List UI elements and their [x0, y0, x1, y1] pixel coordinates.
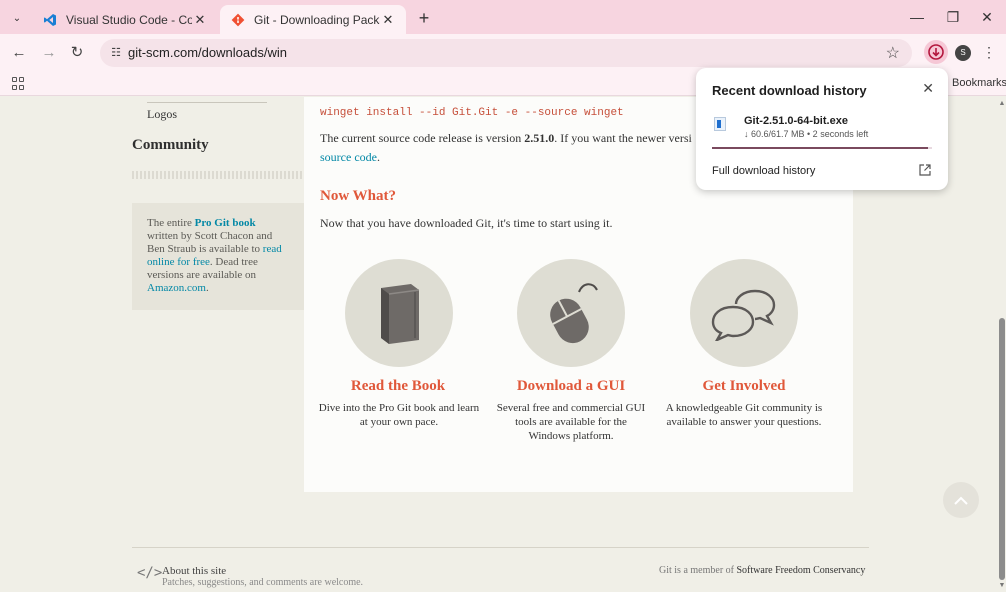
download-file-name[interactable]: Git-2.51.0-64-bit.exe [744, 115, 848, 127]
downloads-icon[interactable] [924, 40, 948, 64]
footer-divider [132, 547, 869, 548]
speech-bubbles-icon [711, 289, 776, 341]
sidebar-heading-community[interactable]: Community [132, 137, 209, 154]
mouse-icon [550, 283, 598, 344]
pro-git-book-box: The entire Pro Git book written by Scott… [132, 203, 304, 310]
sidebar-item-logos[interactable]: Logos [147, 107, 177, 122]
member-text: Git is a member of [659, 565, 737, 576]
book-text: The entire [147, 217, 195, 229]
url-text[interactable]: git-scm.com/downloads/win [128, 45, 287, 60]
book-circle[interactable] [345, 259, 453, 367]
full-download-history-link[interactable]: Full download history [712, 165, 815, 177]
site-info-icon[interactable]: ☷ [108, 45, 124, 61]
download-status: ↓ 60.6/61.7 MB • 2 seconds left [744, 129, 869, 139]
divider [132, 171, 304, 179]
software-freedom-conservancy-link[interactable]: Software Freedom Conservancy [736, 565, 865, 576]
download-history-popup: Recent download history ✕ Git-2.51.0-64-… [696, 68, 948, 190]
tab-vscode[interactable]: Visual Studio Code - Code Editi ✕ [32, 5, 218, 34]
version-number: 2.51.0 [524, 131, 555, 145]
restore-icon[interactable]: ❐ [938, 7, 968, 27]
apps-grid-icon[interactable] [12, 77, 26, 91]
reload-icon[interactable]: ↻ [66, 43, 88, 63]
now-what-description: Now that you have downloaded Git, it's t… [320, 216, 613, 230]
address-bar[interactable]: ☷ git-scm.com/downloads/win ☆ [100, 39, 912, 67]
close-popup-icon[interactable]: ✕ [922, 80, 934, 97]
amazon-link[interactable]: Amazon.com [147, 282, 206, 294]
scroll-down-arrow-icon[interactable]: ▼ [998, 582, 1006, 589]
back-arrow-icon[interactable]: ← [8, 43, 30, 63]
close-tab-icon[interactable]: ✕ [192, 12, 208, 28]
book-icon [381, 284, 420, 344]
footer-subtitle: Patches, suggestions, and comments are w… [162, 577, 364, 588]
book-text: . [205, 282, 209, 294]
read-the-book-desc: Dive into the Pro Git book and learn at … [318, 402, 480, 428]
about-this-site-link[interactable]: About this site [162, 565, 226, 577]
scrollbar-thumb[interactable] [999, 318, 1005, 580]
tab-search-chevron-icon[interactable]: ⌄ [8, 9, 26, 27]
scroll-up-arrow-icon[interactable]: ▲ [998, 100, 1006, 107]
source-text: . [376, 150, 380, 164]
chevron-up-icon [954, 496, 968, 505]
source-text: . If you want the newer versi [554, 131, 692, 145]
source-text: The current source code release is versi… [320, 131, 525, 145]
source-code-link[interactable]: source code [320, 150, 377, 164]
download-progress-fill [712, 147, 928, 149]
git-logo-icon [230, 12, 246, 28]
winget-command: winget install --id Git.Git -e --source … [320, 107, 624, 119]
download-a-gui-desc: Several free and commercial GUI tools ar… [496, 402, 646, 442]
tab-git-download[interactable]: Git - Downloading Package ✕ [220, 5, 406, 34]
code-icon: </> [137, 565, 163, 581]
sidebar-clipped-item [147, 97, 267, 103]
bookmark-star-icon[interactable]: ☆ [886, 43, 900, 63]
gui-circle[interactable] [517, 259, 625, 367]
download-progress-bar [712, 147, 932, 149]
vscode-icon [42, 12, 58, 28]
pro-git-book-link[interactable]: Pro Git book [195, 217, 256, 229]
download-a-gui-link[interactable]: Download a GUI [485, 378, 657, 395]
new-tab-plus-icon[interactable]: + [414, 8, 434, 28]
book-text: written by Scott Chacon and Ben Straub i… [147, 230, 273, 255]
open-in-new-icon[interactable] [919, 163, 931, 181]
get-involved-desc: A knowledgeable Git community is availab… [665, 402, 823, 428]
source-release-text: The current source code release is versi… [320, 129, 750, 167]
close-window-icon[interactable]: ✕ [972, 7, 1002, 27]
profile-avatar[interactable]: S [955, 45, 971, 61]
all-bookmarks-link[interactable]: Bookmarks [952, 77, 1006, 89]
tab-title: Git - Downloading Package [254, 12, 380, 27]
community-circle[interactable] [690, 259, 798, 367]
tab-title: Visual Studio Code - Code Editi [66, 12, 192, 27]
close-tab-icon[interactable]: ✕ [380, 12, 396, 28]
minimize-icon[interactable]: — [902, 7, 932, 27]
exe-file-icon [714, 117, 726, 131]
forward-arrow-icon[interactable]: → [38, 43, 60, 63]
browser-toolbar: ← → ↻ ☷ git-scm.com/downloads/win ☆ [0, 34, 1006, 72]
now-what-heading: Now What? [320, 188, 396, 204]
footer-member-text: Git is a member of Software Freedom Cons… [659, 565, 865, 576]
browser-menu-icon[interactable]: ⋮ [982, 44, 996, 61]
scroll-to-top-button[interactable] [943, 482, 979, 518]
popup-title: Recent download history [712, 83, 867, 98]
read-the-book-link[interactable]: Read the Book [312, 378, 484, 395]
get-involved-link[interactable]: Get Involved [658, 378, 830, 395]
tab-strip: ⌄ Visual Studio Code - Code Editi ✕ Git … [0, 0, 1006, 34]
